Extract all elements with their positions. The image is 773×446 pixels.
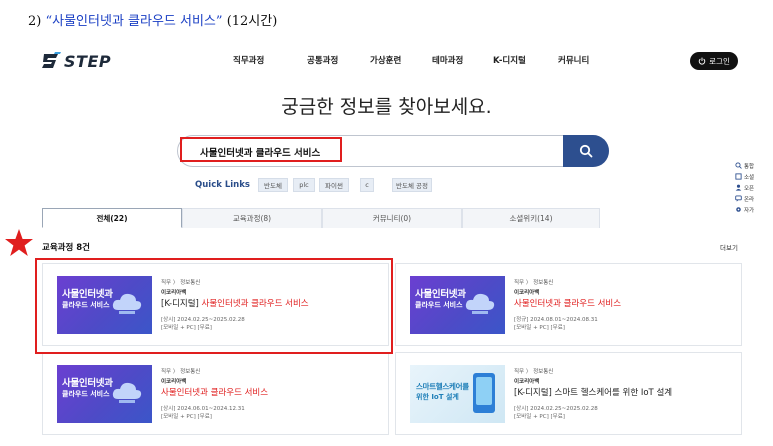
quick-link-chip[interactable]: 반도체	[258, 178, 288, 192]
login-label: 로그인	[709, 56, 730, 66]
tab-social-wiki[interactable]: 소셜위키(14)	[462, 208, 600, 228]
tab-community[interactable]: 커뮤니티(0)	[322, 208, 462, 228]
course-mode: [모바일 + PC] [무료]	[161, 414, 212, 420]
course-org: 이코리아백	[514, 290, 540, 296]
step-logo-icon	[42, 52, 61, 68]
course-org: 이코리아백	[161, 379, 187, 385]
login-button[interactable]: 로그인	[690, 52, 738, 70]
course-title[interactable]: [K-디지털] 스마트 헬스케어를 위한 IoT 설계	[514, 386, 672, 398]
side-quick-menu: 통합 소셜 오픈 온라 자가	[735, 160, 773, 215]
course-title-prefix: [K-디지털] 스마트 헬스케어를 위한 IoT 설계	[514, 388, 673, 398]
side-item-label: 통합	[744, 163, 755, 170]
heading-suffix: (12시간)	[226, 14, 278, 29]
settings-icon	[736, 207, 741, 212]
side-item-label: 소셜	[744, 174, 755, 181]
side-item-label: 오픈	[744, 185, 755, 192]
logo-text: STEP	[64, 51, 112, 71]
smartphone-icon	[473, 373, 495, 413]
course-period: [상시] 2024.06.01~2024.12.31	[161, 406, 245, 412]
power-icon	[698, 57, 706, 65]
step-logo[interactable]: STEP	[40, 50, 111, 72]
nav-item-common[interactable]: 공통과정	[307, 54, 338, 66]
top-navigation: STEP 직무과정 공통과정 가상훈련 테마과정 K-디지털 커뮤니티 로그인	[0, 46, 773, 80]
star-marker-icon	[5, 229, 33, 256]
more-link[interactable]: 더보기	[720, 242, 738, 252]
course-title-highlight: 사물인터넷과 클라우드 서비스	[161, 388, 269, 398]
section-title: 교육과정 8건	[42, 243, 90, 253]
side-item-search[interactable]: 통합	[735, 160, 773, 171]
nav-item-kdigital[interactable]: K-디지털	[493, 54, 526, 66]
course-title[interactable]: 사물인터넷과 클라우드 서비스	[514, 297, 621, 309]
quick-link-chip[interactable]: 파이썬	[319, 178, 349, 192]
course-category: 직무 〉 정보통신	[161, 369, 201, 375]
nav-item-job[interactable]: 직무과정	[233, 54, 264, 66]
course-thumbnail: 사물인터넷과 클라우드 서비스	[410, 276, 505, 334]
thumbnail-title: 사물인터넷과	[62, 378, 113, 389]
course-mode: [모바일 + PC] [무료]	[514, 325, 565, 331]
course-org: 이코리아백	[514, 379, 540, 385]
course-mode: [모바일 + PC] [무료]	[514, 414, 565, 420]
result-tabs: 전체(22) 교육과정(8) 커뮤니티(0) 소셜위키(14)	[42, 208, 600, 228]
thumbnail-subtitle: 클라우드 서비스	[415, 301, 463, 309]
cloud-icon	[465, 293, 495, 314]
search-highlight-box	[180, 137, 342, 162]
course-card[interactable]: 사물인터넷과 클라우드 서비스 직무 〉 정보통신 이코리아백 사물인터넷과 클…	[395, 263, 742, 346]
bookmark-icon	[735, 173, 742, 180]
quick-links-label: Quick Links	[195, 180, 250, 190]
course-period: [정규] 2024.08.01~2024.08.31	[514, 317, 598, 323]
nav-item-virtual[interactable]: 가상훈련	[370, 54, 401, 66]
course-category: 직무 〉 정보통신	[514, 280, 554, 286]
course-title[interactable]: 사물인터넷과 클라우드 서비스	[161, 386, 268, 398]
course-thumbnail: 사물인터넷과 클라우드 서비스	[57, 365, 152, 423]
heading-number: 2)	[28, 14, 42, 29]
course-card[interactable]: 사물인터넷과 클라우드 서비스 직무 〉 정보통신 이코리아백 사물인터넷과 클…	[42, 352, 389, 435]
document-heading: 2) “사물인터넷과 클라우드 서비스” (12시간)	[28, 10, 277, 29]
nav-item-community[interactable]: 커뮤니티	[558, 54, 589, 66]
side-item-label: 온라	[744, 196, 755, 203]
thumbnail-subtitle: 클라우드 서비스	[62, 390, 110, 398]
heading-title: 사물인터넷과 클라우드 서비스	[52, 14, 216, 29]
side-item-social[interactable]: 소셜	[735, 171, 773, 182]
thumbnail-title: 사물인터넷과	[415, 289, 466, 300]
thumbnail-title: 스마트헬스케어를	[416, 382, 469, 391]
course-period: [상시] 2024.02.25~2025.02.28	[514, 406, 598, 412]
nav-item-theme[interactable]: 테마과정	[432, 54, 463, 66]
cloud-icon	[112, 382, 142, 403]
side-item-self[interactable]: 자가	[735, 204, 773, 215]
quick-link-chip[interactable]: c	[360, 178, 374, 192]
tab-courses[interactable]: 교육과정(8)	[182, 208, 322, 228]
user-icon	[735, 184, 742, 191]
card-highlight-box	[35, 258, 393, 354]
course-card[interactable]: 스마트헬스케어를 위한 IoT 설계 직무 〉 정보통신 이코리아백 [K-디지…	[395, 352, 742, 435]
search-icon	[735, 162, 742, 169]
side-item-online[interactable]: 온라	[735, 193, 773, 204]
side-item-open[interactable]: 오픈	[735, 182, 773, 193]
chat-icon	[735, 195, 742, 202]
course-thumbnail: 스마트헬스케어를 위한 IoT 설계	[410, 365, 505, 423]
course-title-highlight: 사물인터넷과 클라우드 서비스	[514, 299, 622, 309]
tab-all[interactable]: 전체(22)	[42, 208, 182, 228]
course-category: 직무 〉 정보통신	[514, 369, 554, 375]
search-button[interactable]	[563, 135, 609, 167]
search-icon	[579, 144, 593, 158]
hero-title: 궁금한 정보를 찾아보세요.	[281, 96, 492, 118]
heading-close-quote: ”	[215, 14, 223, 29]
thumbnail-subtitle: 위한 IoT 설계	[416, 393, 459, 401]
quick-link-chip[interactable]: plc	[293, 178, 315, 192]
side-item-label: 자가	[744, 207, 755, 214]
quick-link-chip[interactable]: 반도체 공정	[392, 178, 432, 192]
